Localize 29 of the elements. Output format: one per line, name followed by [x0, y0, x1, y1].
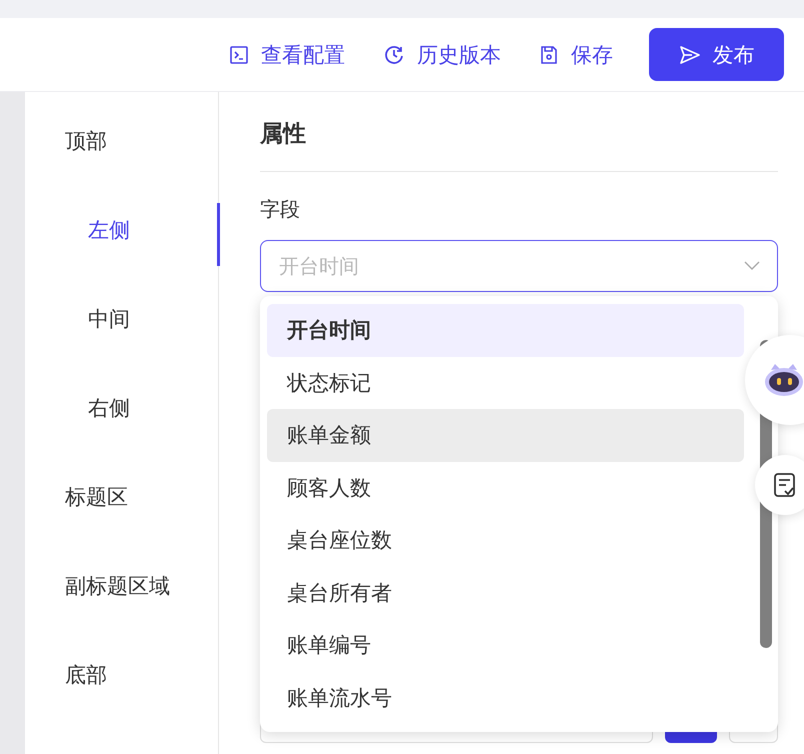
toolbar-button[interactable]: 查看配置 [213, 40, 361, 68]
note-icon [773, 472, 797, 498]
sidebar-item[interactable]: 顶部 [25, 96, 218, 185]
sidebar-item[interactable]: 右侧 [25, 363, 218, 452]
field-select[interactable]: 开台时间 [260, 240, 778, 292]
terminal-icon [229, 44, 249, 64]
panel-title: 属性 [260, 92, 778, 172]
sidebar-item[interactable]: 副标题区域 [25, 541, 218, 630]
sidebar-item[interactable]: 中间 [25, 274, 218, 363]
field-label: 字段 [260, 196, 301, 223]
save-icon [539, 44, 559, 64]
dropdown-option[interactable]: 桌台所有者 [267, 566, 744, 619]
send-icon [678, 44, 700, 66]
history-icon [383, 44, 405, 66]
dropdown-option[interactable]: 账单流水号 [267, 672, 744, 724]
dropdown-option[interactable]: 开台时间 [267, 304, 744, 356]
dropdown-option[interactable]: 桌台座位数 [267, 514, 744, 566]
dropdown-option[interactable]: 账单金额 [267, 409, 744, 462]
sidebar-item[interactable]: 左侧 [25, 185, 218, 274]
dropdown-option[interactable]: 顾客人数 [267, 462, 744, 514]
publish-button[interactable]: 发布 [649, 28, 784, 81]
chevron-down-icon [744, 261, 760, 271]
toolbar-button[interactable]: 保存 [523, 40, 629, 68]
robot-icon [763, 362, 804, 398]
toolbar-button[interactable]: 历史版本 [367, 40, 517, 68]
sidebar-item[interactable]: 标题区 [25, 452, 218, 541]
dropdown-option[interactable]: 状态标记 [267, 356, 744, 409]
sidebar-item[interactable]: 底部 [25, 630, 218, 719]
dropdown-option[interactable]: 账单编号 [267, 619, 744, 672]
